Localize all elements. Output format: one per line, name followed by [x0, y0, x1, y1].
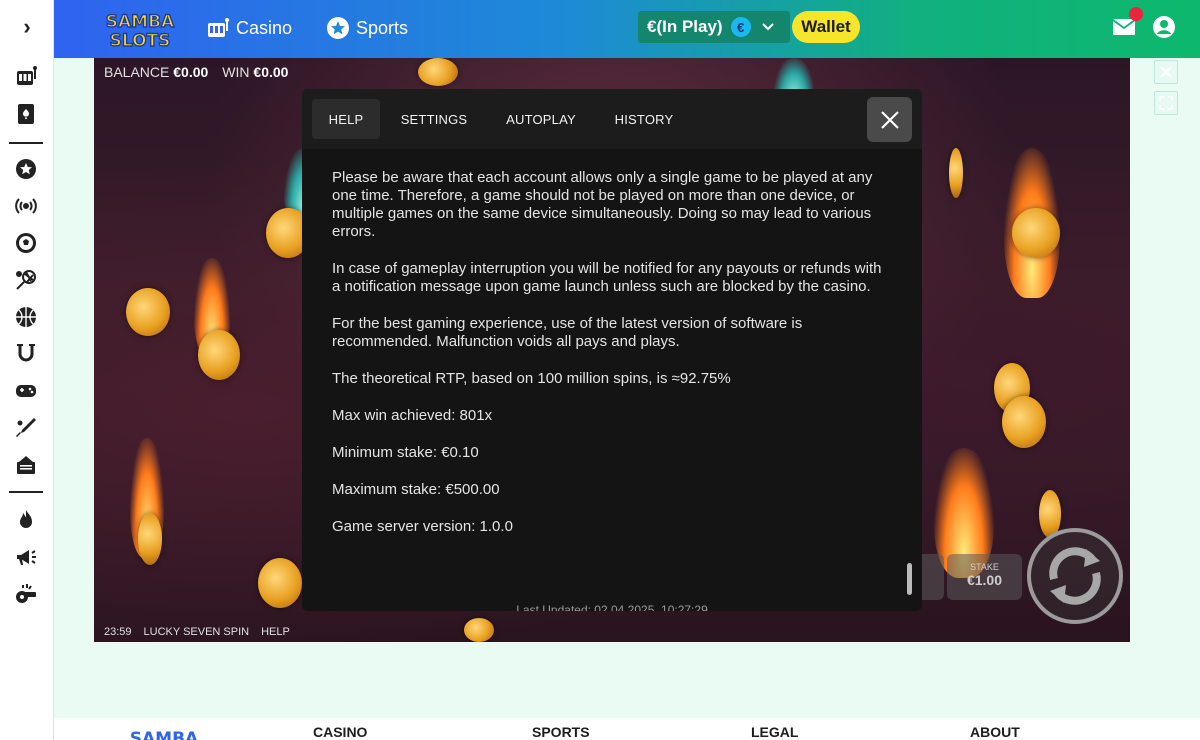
decorative-coin	[126, 288, 170, 336]
min-stake-line: Minimum stake: €0.10	[332, 444, 479, 461]
max-stake-line: Maximum stake: €500.00	[332, 481, 500, 498]
samba-slots-logo[interactable]: SAMBA SLOTS	[94, 8, 186, 50]
last-updated-text: Last Updated: 02.04.2025, 10:27:29	[516, 603, 708, 611]
modal-tab-bar: HELP SETTINGS AUTOPLAY HISTORY	[302, 89, 922, 149]
svg-text:SLOTS: SLOTS	[110, 31, 171, 50]
decorative-coin	[1012, 208, 1060, 258]
spin-button[interactable]	[1027, 528, 1123, 624]
wallet-button[interactable]: Wallet	[792, 11, 860, 43]
nav-casino-label: Casino	[236, 17, 293, 38]
decorative-coin	[464, 618, 494, 642]
star-badge-icon[interactable]	[12, 155, 40, 183]
cards-icon[interactable]	[12, 100, 40, 128]
notification-dot	[1129, 7, 1143, 21]
lottery-icon[interactable]	[12, 451, 40, 479]
decorative-coin	[418, 58, 458, 86]
game-help-link[interactable]: HELP	[261, 626, 290, 638]
decorative-coin	[258, 558, 302, 608]
close-game-button[interactable]	[1154, 60, 1178, 84]
decorative-coin	[138, 513, 162, 565]
balance-dropdown[interactable]: €(In Play) €	[638, 11, 790, 43]
basketball-icon[interactable]	[12, 303, 40, 331]
win-value: €0.00	[253, 64, 289, 80]
decorative-coin	[1002, 396, 1046, 448]
horseshoe-icon[interactable]	[12, 340, 40, 368]
stake-label: STAKE	[970, 562, 999, 572]
spin-arrows-icon	[1049, 547, 1101, 605]
sidebar-toggle-button[interactable]: ›	[0, 0, 54, 54]
whistle-icon[interactable]	[12, 580, 40, 608]
help-content[interactable]: Please be aware that each account allows…	[332, 169, 882, 555]
left-sidebar: ›	[0, 0, 54, 740]
sidebar-divider	[9, 491, 43, 493]
stake-value: €1.00	[966, 572, 1003, 588]
balance-label: BALANCE	[104, 64, 170, 80]
max-win-line: Max win achieved: 801x	[332, 407, 493, 424]
tab-help[interactable]: HELP	[312, 99, 380, 139]
help-modal: HELP SETTINGS AUTOPLAY HISTORY Please be…	[302, 89, 922, 611]
megaphone-icon[interactable]	[12, 543, 40, 571]
nav-casino-link[interactable]: Casino	[206, 14, 292, 42]
footer-sports-heading: SPORTS	[532, 724, 590, 740]
game-balance-bar: BALANCE €0.00 WIN €0.00	[104, 64, 288, 80]
rtp-line: The theoretical RTP, based on 100 millio…	[332, 370, 731, 387]
decorative-coin	[949, 148, 963, 198]
soccer-ball-icon[interactable]	[12, 229, 40, 257]
tennis-racket-icon[interactable]	[12, 266, 40, 294]
gamepad-icon[interactable]	[12, 377, 40, 405]
fire-icon[interactable]	[12, 506, 40, 534]
stake-selector[interactable]: STAKE €1.00	[947, 554, 1022, 600]
game-footer-bar: 23:59 LUCKY SEVEN SPIN HELP	[104, 626, 290, 638]
svg-text:SAMBA: SAMBA	[130, 729, 199, 740]
close-modal-button[interactable]	[867, 97, 912, 142]
slot-machine-icon	[208, 18, 229, 37]
modal-scrollbar-thumb[interactable]	[907, 563, 912, 595]
footer-legal-heading: LEGAL	[751, 724, 799, 740]
tab-settings[interactable]: SETTINGS	[394, 99, 474, 139]
top-navigation-bar: SAMBA SLOTS Casino Sports €(In Play) € W…	[54, 0, 1200, 58]
win-label: WIN	[222, 64, 250, 80]
close-icon	[1160, 66, 1172, 78]
svg-text:SAMBA: SAMBA	[106, 12, 175, 32]
balance-label: €(In Play)	[647, 17, 723, 36]
euro-currency-icon: €	[730, 17, 751, 37]
slot-machine-icon[interactable]	[12, 62, 40, 90]
cricket-icon[interactable]	[12, 414, 40, 442]
help-paragraph: Please be aware that each account allows…	[332, 169, 873, 240]
user-account-icon[interactable]	[1152, 15, 1176, 39]
balance-value: €0.00	[173, 64, 209, 80]
help-paragraph: For the best gaming experience, use of t…	[332, 315, 803, 350]
game-clock: 23:59	[104, 626, 132, 638]
close-icon	[880, 110, 899, 129]
nav-sports-link[interactable]: Sports	[326, 14, 408, 42]
tab-autoplay[interactable]: AUTOPLAY	[498, 99, 584, 139]
fullscreen-icon	[1159, 96, 1173, 110]
footer-casino-heading: CASINO	[313, 724, 368, 740]
help-paragraph: In case of gameplay interruption you wil…	[332, 260, 882, 295]
samba-slots-footer-logo[interactable]: SAMBA	[118, 720, 210, 740]
fullscreen-button[interactable]	[1154, 91, 1178, 115]
site-footer: SAMBA CASINO SPORTS LEGAL ABOUT	[54, 718, 1200, 740]
chevron-down-icon	[761, 23, 774, 31]
live-broadcast-icon[interactable]	[12, 192, 40, 220]
star-badge-icon	[327, 17, 349, 39]
nav-sports-label: Sports	[356, 17, 409, 38]
server-version-line: Game server version: 1.0.0	[332, 518, 513, 535]
sidebar-divider	[9, 142, 43, 144]
tab-history[interactable]: HISTORY	[606, 99, 682, 139]
footer-about-heading: ABOUT	[970, 724, 1020, 740]
decorative-coin	[198, 330, 240, 380]
game-title: LUCKY SEVEN SPIN	[143, 626, 250, 638]
